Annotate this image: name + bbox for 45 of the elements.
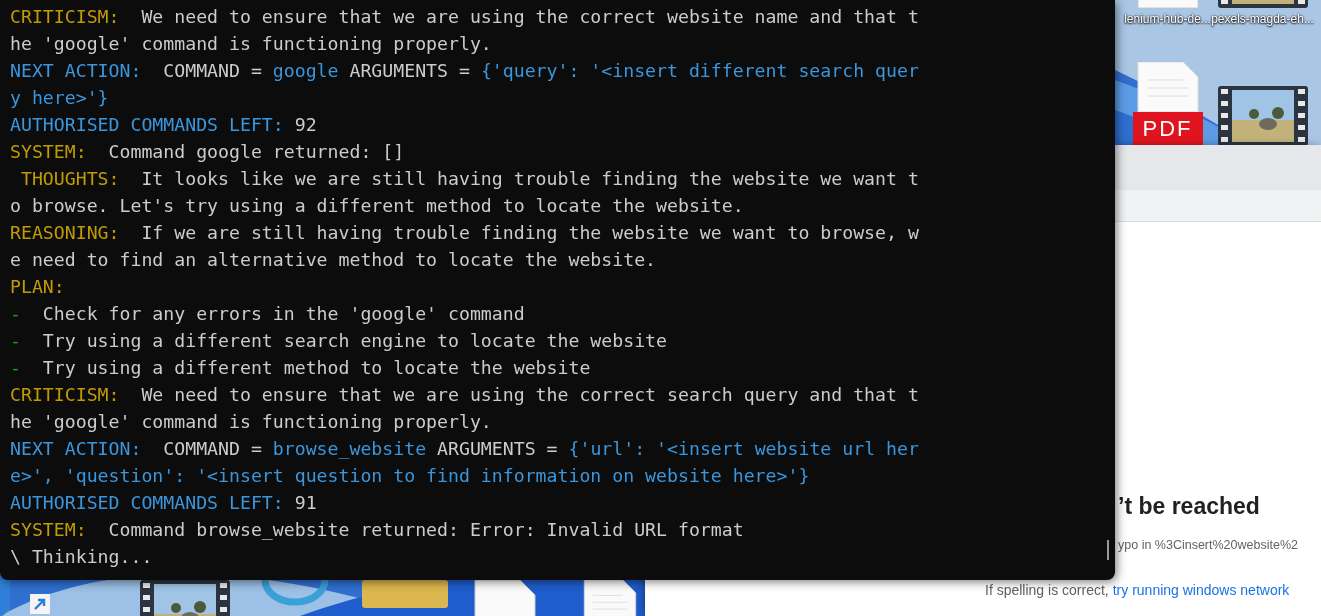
terminal-text: 91 [293,491,317,515]
action-label: NEXT ACTION: [10,59,142,83]
section-label: CRITICISM: [10,5,120,29]
terminal-text: Command google returned: [] [107,140,405,164]
error-title: ’t be reached [1118,493,1261,520]
terminal-text: We need to ensure that we are using the correct search query and that t [140,383,919,407]
action-label: NEXT ACTION: [10,437,142,461]
terminal-text: COMMAND = [162,437,263,461]
terminal-text: It looks like we are still having trouble finding the website we want t [140,167,919,191]
terminal-text: Try using a different search engine to locate the website [41,329,667,353]
terminal-text: ARGUMENTS = [436,437,559,461]
terminal-text: e need to find an alternative method to locate the website. [10,248,657,272]
argument-text: google [272,59,339,83]
section-label: SYSTEM: [10,140,87,164]
section-label: REASONING: [10,221,120,245]
scrollbar-thumb[interactable] [1107,540,1109,560]
argument-text: browse_website [272,437,427,461]
argument-text: {'url': '<insert website url her [568,437,919,461]
error-detail: ypo in %3Cinsert%20website%2 [1118,538,1299,552]
terminal-text: Try using a different method to locate the website [41,356,591,380]
terminal-text: ARGUMENTS = [348,59,471,83]
terminal-text: Command browse_website returned: Error: Invalid URL format [107,518,744,542]
argument-text: y here>'} [10,86,109,110]
action-label: AUTHORISED COMMANDS LEFT: [10,113,284,137]
bullet-mark: - [10,329,21,353]
terminal-text: We need to ensure that we are using the correct website name and that t [140,5,919,29]
section-label: THOUGHTS: [19,167,120,191]
terminal-text: he 'google' command is functioning properly. [10,32,492,56]
section-label: SYSTEM: [10,518,87,542]
section-label: PLAN: [10,275,65,299]
bullet-mark: - [10,356,21,380]
terminal-text: COMMAND = [162,59,263,83]
terminal-text: o browse. Let's try using a different method to locate the website. [10,194,744,218]
argument-text: e>', 'question': '<insert question to find information on website here>'} [10,464,810,488]
terminal-text: Check for any errors in the 'google' command [41,302,525,326]
terminal-text: 92 [293,113,317,137]
hint-text: If spelling is correct, [985,582,1109,598]
bullet-mark: - [10,302,21,326]
terminal-text: If we are still having trouble finding the website we want to browse, w [140,221,919,245]
action-label: AUTHORISED COMMANDS LEFT: [10,491,284,515]
diagnostics-link[interactable]: try running windows network [1112,582,1290,598]
argument-text: {'query': '<insert different search quer [480,59,919,83]
terminal-text: he 'google' command is functioning properly. [10,410,492,434]
section-label: CRITICISM: [10,383,120,407]
terminal-text: \ Thinking... [10,545,153,569]
